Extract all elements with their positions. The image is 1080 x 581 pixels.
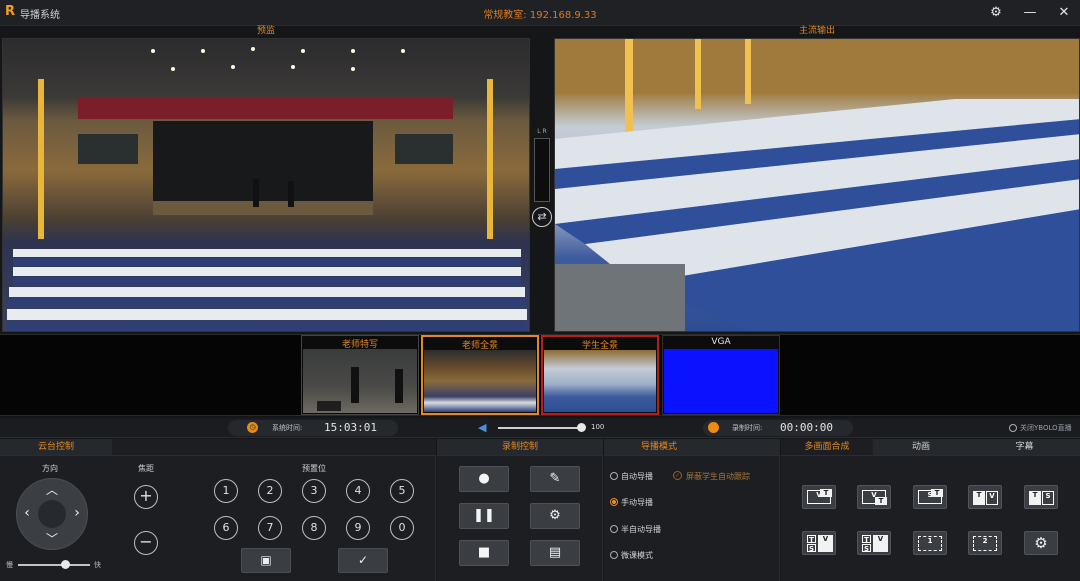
preset-1-button[interactable]: 1 <box>214 479 238 503</box>
preset-label: 预置位 <box>302 464 326 473</box>
bolo-live-toggle[interactable] <box>1009 424 1017 432</box>
close-button[interactable]: ✕ <box>1052 3 1076 23</box>
record-pause-button[interactable]: ❚❚ <box>459 503 509 529</box>
layout-ts-v-button[interactable]: T S V <box>802 531 836 555</box>
preset-7-button[interactable]: 7 <box>258 516 282 540</box>
volume-track[interactable] <box>498 427 582 429</box>
mode-manual-radio[interactable] <box>610 498 618 506</box>
system-time: 15:03:01 <box>324 421 377 434</box>
preset-0-button[interactable]: 0 <box>390 516 414 540</box>
preview-scene <box>7 47 527 331</box>
record-time: 00:00:00 <box>780 421 833 434</box>
output-monitor[interactable] <box>554 38 1080 332</box>
preset-9-button[interactable]: 9 <box>346 516 370 540</box>
tab-subtitle[interactable]: 字幕 <box>969 439 1080 456</box>
mode-auto-radio[interactable] <box>610 472 618 480</box>
ptz-head-fill <box>112 439 436 456</box>
preset-3-button[interactable]: 3 <box>302 479 326 503</box>
preset-8-button[interactable]: 8 <box>302 516 326 540</box>
speed-track[interactable] <box>18 564 90 566</box>
preset-6-button[interactable]: 6 <box>214 516 238 540</box>
layout-custom-2-button[interactable]: 2 <box>968 531 1002 555</box>
layout-settings-button[interactable]: ⚙ <box>1024 531 1058 555</box>
mode-micro-label: 微课模式 <box>621 551 653 560</box>
clock-icon: ◷ <box>247 422 258 433</box>
speaker-icon[interactable]: ◀ <box>478 421 486 434</box>
output-scene <box>555 39 1079 331</box>
source-vga[interactable]: VGA <box>662 335 780 415</box>
record-files-button[interactable]: ▤ <box>530 540 580 566</box>
record-time-label: 录制时间: <box>732 424 763 432</box>
source-teacher-wide[interactable]: 老师全景 <box>421 335 539 415</box>
settings-icon[interactable]: ⚙ <box>984 3 1008 23</box>
swap-icon[interactable]: ⇄ <box>532 207 552 227</box>
direction-label: 方向 <box>42 464 58 473</box>
save-preset-button[interactable]: ▣ <box>241 548 291 573</box>
source-label: VGA <box>711 337 731 347</box>
room-title: 常规教室: 192.168.9.33 <box>483 10 597 21</box>
speed-fast-label: 快 <box>94 561 101 569</box>
compose-panel <box>781 439 1080 581</box>
mode-manual-label: 手动导播 <box>621 498 653 507</box>
preview-label: 预监 <box>256 26 275 36</box>
layout-ts-v-alt-button[interactable]: T S V <box>857 531 891 555</box>
record-stop-button[interactable]: ■ <box>459 540 509 566</box>
output-label: 主流输出 <box>798 26 835 36</box>
zoom-in-button[interactable]: + <box>134 485 158 509</box>
layout-pip-vt-bottom-button[interactable]: V T <box>857 485 891 509</box>
mode-auto-label: 自动导播 <box>621 472 653 481</box>
record-indicator-icon <box>708 422 719 433</box>
layout-split-tv-button[interactable]: T V <box>968 485 1002 509</box>
layout-pip-vt-button[interactable]: V T <box>802 485 836 509</box>
layout-split-ts-button[interactable]: T S <box>1024 485 1058 509</box>
arrow-left-icon[interactable]: ‹ <box>20 505 34 521</box>
speed-slider-handle[interactable] <box>61 560 70 569</box>
mode-tab[interactable]: 导播模式 <box>604 439 714 456</box>
source-student-wide[interactable]: 学生全景 <box>541 335 659 415</box>
mode-semi-label: 半自动导播 <box>621 525 661 534</box>
layout-pip-st-button[interactable]: S T <box>913 485 947 509</box>
zoom-out-button[interactable]: − <box>134 531 158 555</box>
preview-monitor[interactable] <box>2 38 530 332</box>
record-settings-button[interactable]: ⚙ <box>530 503 580 529</box>
shield-tracking-checkbox[interactable]: ✓ <box>673 471 682 480</box>
source-strip <box>0 334 1080 416</box>
ptz-tab[interactable]: 云台控制 <box>0 439 112 456</box>
system-time-label: 系统时间: <box>272 424 303 432</box>
volume-slider-handle[interactable] <box>577 423 586 432</box>
preset-4-button[interactable]: 4 <box>346 479 370 503</box>
tab-multiview[interactable]: 多画面合成 <box>781 439 873 456</box>
volume-value: 100 <box>591 423 605 431</box>
minimize-button[interactable]: — <box>1018 3 1042 23</box>
record-edit-button[interactable]: ✎ <box>530 466 580 492</box>
preset-2-button[interactable]: 2 <box>258 479 282 503</box>
shield-tracking-label: 屏蔽学生自动跟踪 <box>686 472 750 481</box>
arrow-right-icon[interactable]: › <box>70 505 84 521</box>
mode-head-fill <box>714 439 780 456</box>
layout-custom-1-button[interactable]: 1 <box>913 531 947 555</box>
arrow-down-icon[interactable]: ﹀ <box>45 530 59 547</box>
speed-slow-label: 慢 <box>6 561 13 569</box>
mode-micro-radio[interactable] <box>610 551 618 559</box>
tab-animation[interactable]: 动画 <box>873 439 969 456</box>
arrow-up-icon[interactable]: ︿ <box>45 481 59 498</box>
audio-level-label: L R <box>537 128 547 135</box>
direction-center[interactable] <box>38 500 66 528</box>
bolo-live-label: 关闭YBOLO直播 <box>1020 424 1072 432</box>
focus-label: 焦距 <box>138 464 154 473</box>
confirm-preset-button[interactable]: ✓ <box>338 548 388 573</box>
record-tab[interactable]: 录制控制 <box>437 439 603 456</box>
record-start-button[interactable]: ● <box>459 466 509 492</box>
audio-level-meter <box>534 138 550 202</box>
source-teacher-closeup[interactable]: 老师特写 <box>301 335 419 415</box>
mode-semi-radio[interactable] <box>610 525 618 533</box>
preset-5-button[interactable]: 5 <box>390 479 414 503</box>
